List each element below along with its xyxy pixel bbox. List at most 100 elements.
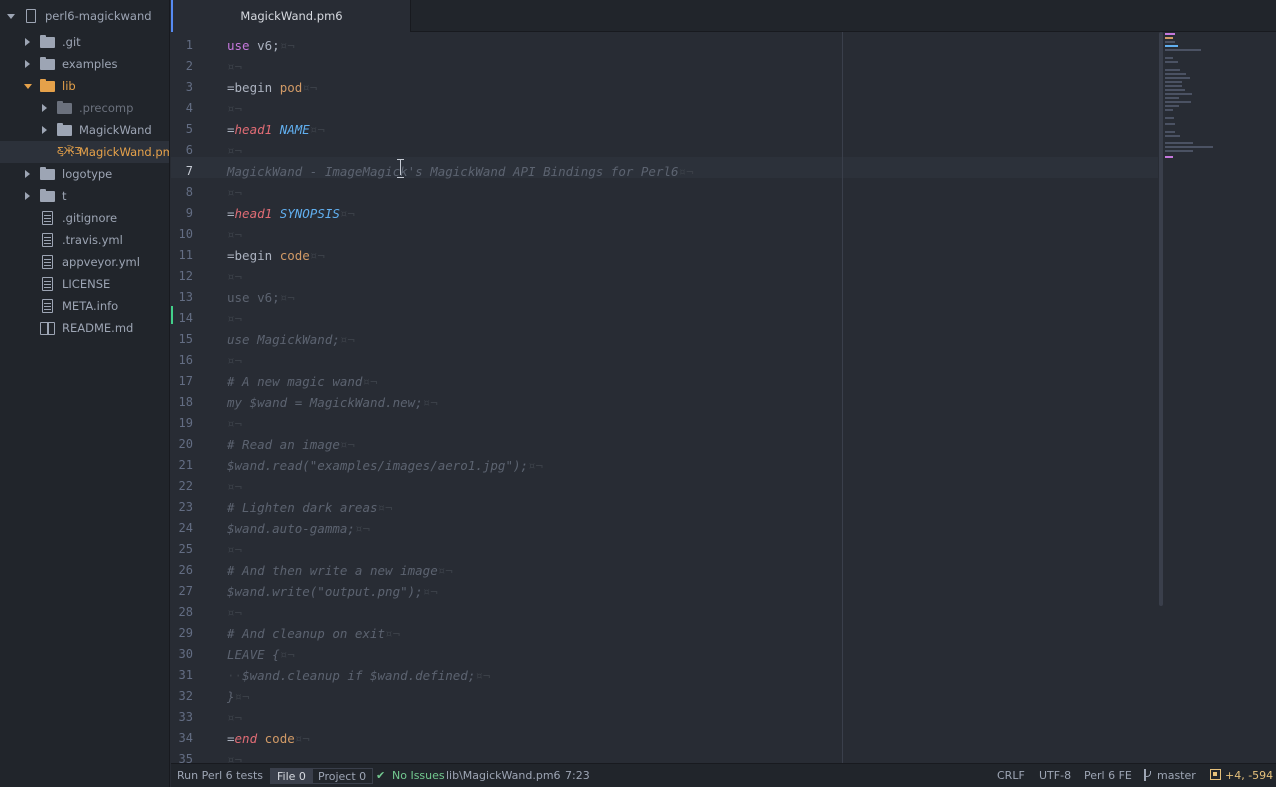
line-number[interactable]: 33: [171, 707, 193, 728]
code-line[interactable]: =head1 SYNOPSIS¤¬: [227, 203, 355, 224]
code-line[interactable]: ¤¬: [227, 476, 242, 497]
git-branch[interactable]: master: [1142, 764, 1196, 787]
code-line[interactable]: LEAVE {¤¬: [227, 644, 295, 665]
tree-item-perl6-magickwand[interactable]: perl6-magickwand: [0, 5, 169, 27]
code-line[interactable]: ¤¬: [227, 602, 242, 623]
linter-project-tab[interactable]: Project 0: [311, 768, 374, 784]
code-line[interactable]: ¤¬: [227, 98, 242, 119]
tree-item-gitignore[interactable]: .gitignore: [0, 207, 169, 229]
code-line[interactable]: # And then write a new image¤¬: [227, 560, 453, 581]
line-ending-selector[interactable]: CRLF: [997, 764, 1025, 787]
line-number[interactable]: 12: [171, 266, 193, 287]
line-number[interactable]: 11: [171, 245, 193, 266]
code-line[interactable]: $wand.auto-gamma;¤¬: [227, 518, 370, 539]
grammar-selector[interactable]: Perl 6 FE: [1084, 764, 1132, 787]
code-line[interactable]: ¤¬: [227, 707, 242, 728]
line-number[interactable]: 16: [171, 350, 193, 371]
tree-item-magickwand[interactable]: MagickWand: [0, 119, 169, 141]
line-number[interactable]: 14: [171, 308, 193, 329]
tree-item-precomp[interactable]: .precomp: [0, 97, 169, 119]
line-number[interactable]: 13: [171, 287, 193, 308]
line-number[interactable]: 1: [171, 35, 193, 56]
line-number[interactable]: 22: [171, 476, 193, 497]
run-tests-button[interactable]: Run Perl 6 tests: [177, 764, 263, 787]
code-line[interactable]: =begin pod¤¬: [227, 77, 317, 98]
vertical-scrollbar[interactable]: [1159, 32, 1163, 606]
code-line[interactable]: =begin code¤¬: [227, 245, 325, 266]
chevron-down-icon[interactable]: [23, 81, 33, 91]
line-number[interactable]: 30: [171, 644, 193, 665]
code-line[interactable]: =end code¤¬: [227, 728, 310, 749]
line-number[interactable]: 5: [171, 119, 193, 140]
text-editor[interactable]: 1 use v6;¤¬ 2 ¤¬ 3 =begin pod¤¬ 4 ¤¬ 5 =head1 NAM…: [171, 32, 1276, 763]
tab-magickwand-pm6[interactable]: MagickWand.pm6: [171, 0, 411, 32]
code-line[interactable]: MagickWand - ImageMagick's MagickWand AP…: [227, 161, 694, 182]
code-line[interactable]: ¤¬: [227, 749, 242, 763]
code-line[interactable]: =head1 NAME¤¬: [227, 119, 325, 140]
chevron-down-icon[interactable]: [6, 11, 16, 21]
tree-item-lib[interactable]: lib: [0, 75, 169, 97]
line-number[interactable]: 31: [171, 665, 193, 686]
line-number[interactable]: 4: [171, 98, 193, 119]
code-line[interactable]: ¤¬: [227, 182, 242, 203]
line-number[interactable]: 2: [171, 56, 193, 77]
tree-item-magickwand-pm6[interactable]: Ƹ̵̡Ӝ̵̨̄ƷMagickWand.pm6: [0, 141, 169, 163]
line-number[interactable]: 29: [171, 623, 193, 644]
linter-status[interactable]: No Issues: [392, 764, 445, 787]
linter-file-tab[interactable]: File 0: [270, 768, 313, 784]
line-number[interactable]: 26: [171, 560, 193, 581]
code-line[interactable]: # And cleanup on exit¤¬: [227, 623, 400, 644]
minimap[interactable]: [1159, 32, 1276, 763]
chevron-right-icon[interactable]: [23, 59, 33, 69]
code-line[interactable]: use v6;¤¬: [227, 287, 295, 308]
line-number[interactable]: 7: [171, 161, 193, 182]
line-number[interactable]: 9: [171, 203, 193, 224]
chevron-right-icon[interactable]: [23, 169, 33, 179]
cursor-position[interactable]: 7:23: [565, 764, 590, 787]
tree-item-t[interactable]: t: [0, 185, 169, 207]
code-line[interactable]: ¤¬: [227, 350, 242, 371]
line-number[interactable]: 25: [171, 539, 193, 560]
code-line[interactable]: ¤¬: [227, 308, 242, 329]
line-number[interactable]: 23: [171, 497, 193, 518]
tree-item-appveyor-yml[interactable]: appveyor.yml: [0, 251, 169, 273]
line-number[interactable]: 19: [171, 413, 193, 434]
line-number[interactable]: 20: [171, 434, 193, 455]
tree-item-travis-yml[interactable]: .travis.yml: [0, 229, 169, 251]
line-number[interactable]: 27: [171, 581, 193, 602]
line-number[interactable]: 32: [171, 686, 193, 707]
code-line[interactable]: # Lighten dark areas¤¬: [227, 497, 393, 518]
code-line[interactable]: use MagickWand;¤¬: [227, 329, 355, 350]
line-number[interactable]: 6: [171, 140, 193, 161]
line-number[interactable]: 18: [171, 392, 193, 413]
tree-item-git[interactable]: .git: [0, 31, 169, 53]
chevron-right-icon[interactable]: [40, 103, 50, 113]
code-line[interactable]: # Read an image¤¬: [227, 434, 355, 455]
tree-item-readme-md[interactable]: README.md: [0, 317, 169, 339]
chevron-right-icon[interactable]: [23, 37, 33, 47]
encoding-selector[interactable]: UTF-8: [1039, 764, 1071, 787]
code-line[interactable]: ¤¬: [227, 56, 242, 77]
code-line[interactable]: # A new magic wand¤¬: [227, 371, 378, 392]
code-line[interactable]: ¤¬: [227, 266, 242, 287]
line-number[interactable]: 3: [171, 77, 193, 98]
line-number[interactable]: 28: [171, 602, 193, 623]
line-number[interactable]: 21: [171, 455, 193, 476]
line-number[interactable]: 8: [171, 182, 193, 203]
code-line[interactable]: ¤¬: [227, 140, 242, 161]
line-number[interactable]: 34: [171, 728, 193, 749]
code-line[interactable]: }¤¬: [227, 686, 250, 707]
line-number[interactable]: 24: [171, 518, 193, 539]
code-line[interactable]: ··$wand.cleanup if $wand.defined;¤¬: [227, 665, 490, 686]
tree-item-logotype[interactable]: logotype: [0, 163, 169, 185]
chevron-right-icon[interactable]: [23, 191, 33, 201]
line-number[interactable]: 15: [171, 329, 193, 350]
line-number[interactable]: 35: [171, 749, 193, 763]
code-line[interactable]: my $wand = MagickWand.new;¤¬: [227, 392, 438, 413]
chevron-right-icon[interactable]: [40, 125, 50, 135]
code-line[interactable]: use v6;¤¬: [227, 35, 295, 56]
git-diff-stats[interactable]: +4, -594: [1210, 764, 1273, 787]
tree-item-license[interactable]: LICENSE: [0, 273, 169, 295]
code-line[interactable]: ¤¬: [227, 413, 242, 434]
file-path[interactable]: lib\MagickWand.pm6: [446, 764, 561, 787]
